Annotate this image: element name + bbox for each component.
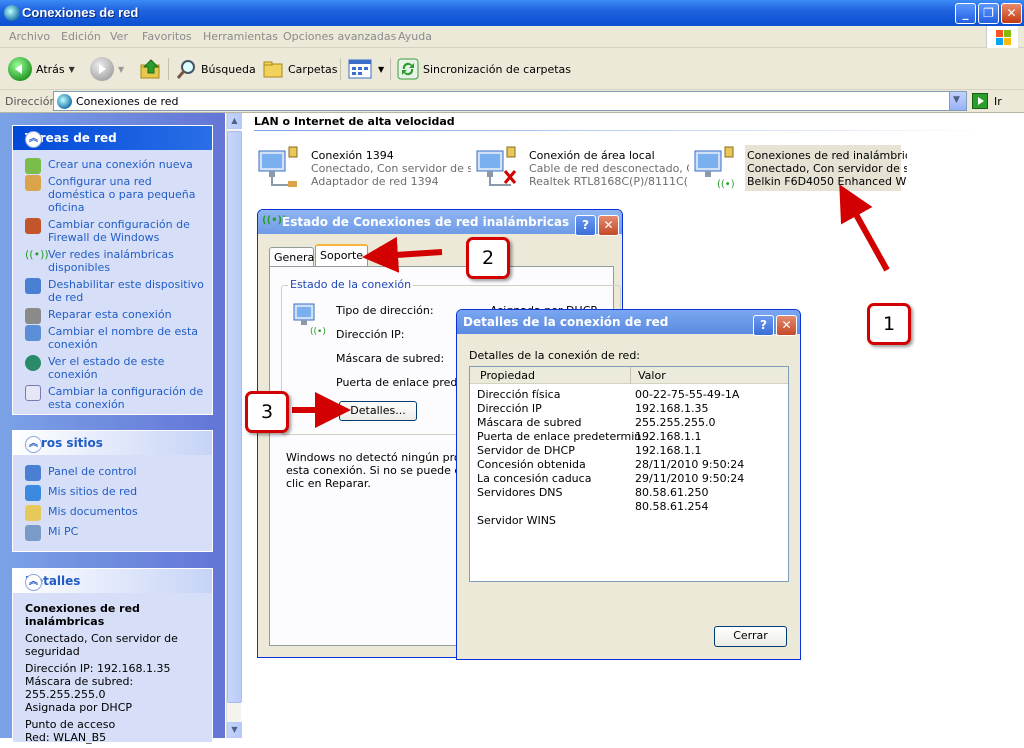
callout-3: 3: [245, 391, 289, 433]
callout-2: 2: [466, 237, 510, 279]
arrow-2-icon: [362, 236, 443, 273]
arrow-1-icon: [839, 184, 890, 272]
callout-1: 1: [867, 303, 911, 345]
annotation-arrows: [292, 184, 890, 428]
